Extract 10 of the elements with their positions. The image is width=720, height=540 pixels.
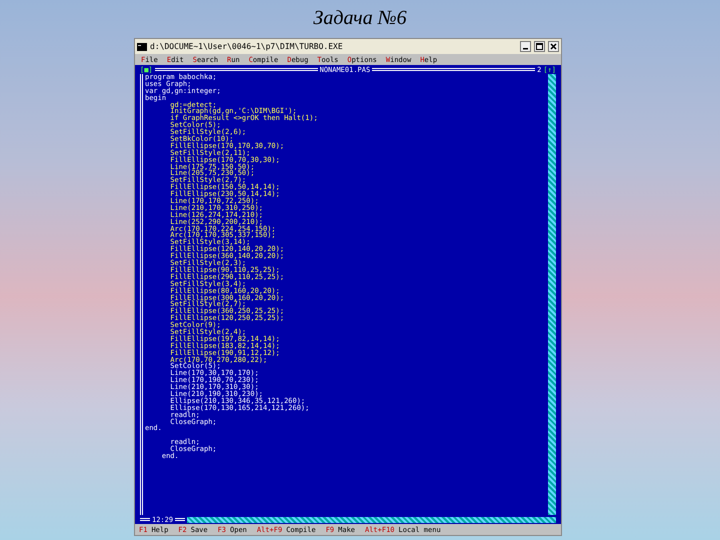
console-icon — [137, 42, 147, 50]
maximize-button[interactable] — [534, 41, 545, 52]
minimize-button[interactable] — [520, 41, 531, 52]
close-button[interactable] — [548, 41, 559, 52]
window-title: d:\DOCUME~1\User\0046~1\p7\DIM\TURBO.EXE — [150, 42, 344, 51]
vertical-scrollbar[interactable] — [548, 74, 556, 515]
maximize-icon — [536, 43, 543, 50]
close-icon — [550, 43, 557, 50]
slide-title: Задача №6 — [312, 6, 408, 31]
horizontal-scrollbar[interactable] — [187, 516, 556, 522]
